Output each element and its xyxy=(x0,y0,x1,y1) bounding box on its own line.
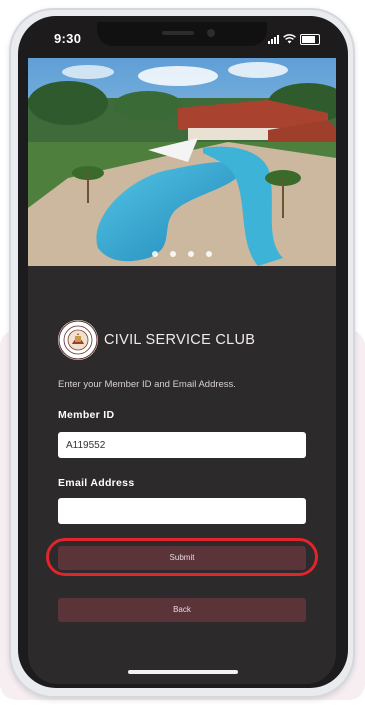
status-bar: 9:30 xyxy=(28,22,336,58)
status-time: 9:30 xyxy=(54,31,82,46)
brand-header: CIVIL SERVICE CLUB xyxy=(58,320,255,360)
carousel-dot[interactable] xyxy=(188,251,194,257)
form-instruction: Enter your Member ID and Email Address. xyxy=(58,379,236,390)
email-input[interactable] xyxy=(58,498,306,524)
carousel-dots xyxy=(28,251,336,257)
wifi-icon xyxy=(283,34,296,44)
hero-carousel[interactable] xyxy=(28,58,336,266)
carousel-dot[interactable] xyxy=(206,251,212,257)
club-name: CIVIL SERVICE CLUB xyxy=(104,332,256,348)
home-indicator[interactable] xyxy=(128,670,238,674)
carousel-dot[interactable] xyxy=(152,251,158,257)
speaker xyxy=(162,31,194,35)
status-icons xyxy=(268,33,320,45)
email-label: Email Address xyxy=(58,477,135,489)
app-screen: 9:30 CIVIL SERVICE CLUB Enter your Membe… xyxy=(28,22,336,684)
carousel-dot[interactable] xyxy=(170,251,176,257)
notch xyxy=(97,22,267,46)
signal-icon xyxy=(268,34,279,44)
hero-image xyxy=(28,58,336,266)
back-button[interactable]: Back xyxy=(58,598,306,622)
member-id-input[interactable] xyxy=(58,432,306,458)
battery-icon xyxy=(300,33,320,45)
member-id-label: Member ID xyxy=(58,409,115,421)
club-logo xyxy=(58,320,98,360)
submit-highlight-outline xyxy=(46,538,318,576)
camera xyxy=(207,29,215,37)
